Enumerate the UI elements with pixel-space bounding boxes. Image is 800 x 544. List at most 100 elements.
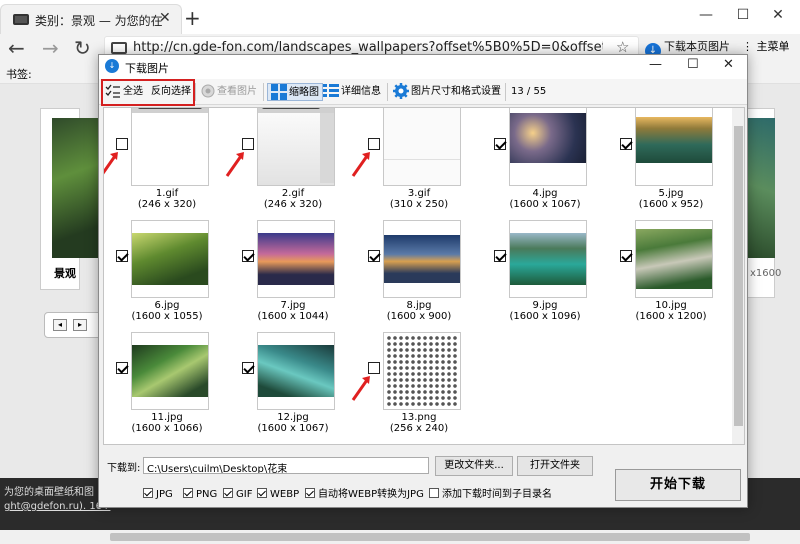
- png-checkbox[interactable]: [183, 488, 193, 498]
- invert-selection-button[interactable]: 反向选择: [151, 83, 191, 101]
- image-item[interactable]: 3.gif (310 x 250): [351, 108, 482, 220]
- option-gif[interactable]: GIF: [223, 488, 252, 501]
- image-item[interactable]: 13.png (256 x 240): [351, 332, 482, 444]
- image-checkbox[interactable]: [116, 362, 128, 374]
- new-tab-button[interactable]: +: [184, 6, 201, 30]
- image-item[interactable]: 2.gif (246 x 320): [225, 108, 356, 220]
- image-thumbnail[interactable]: [131, 332, 209, 410]
- wallpaper-thumbnail[interactable]: [52, 118, 98, 258]
- image-dimensions: (1600 x 1066): [131, 423, 203, 434]
- option-convert-webp[interactable]: 自动将WEBP转换为JPG: [305, 488, 424, 501]
- open-folder-button[interactable]: 打开文件夹: [517, 456, 593, 476]
- image-thumbnail[interactable]: [509, 220, 587, 298]
- image-thumbnail[interactable]: [131, 108, 209, 186]
- pager: ◂ ▸: [44, 312, 104, 338]
- wallpaper-thumbnail-right[interactable]: [747, 118, 775, 258]
- list-icon: [323, 84, 339, 97]
- image-thumbnail[interactable]: [383, 220, 461, 298]
- size-format-settings-button[interactable]: 图片尺寸和格式设置: [393, 83, 501, 101]
- image-filename: 1.gif: [155, 188, 179, 199]
- image-counter: 13 / 55: [511, 86, 547, 97]
- image-thumbnail[interactable]: [635, 108, 713, 186]
- prev-page-icon[interactable]: ◂: [53, 319, 67, 331]
- dialog-maximize-icon[interactable]: ☐: [687, 57, 699, 72]
- image-checkbox[interactable]: [494, 138, 506, 150]
- image-checkbox[interactable]: [620, 138, 632, 150]
- image-thumbnail[interactable]: [509, 108, 587, 186]
- view-image-button[interactable]: 查看图片: [201, 83, 257, 101]
- image-dimensions: (246 x 320): [137, 199, 197, 210]
- image-checkbox[interactable]: [494, 250, 506, 262]
- image-item[interactable]: 12.jpg (1600 x 1067): [230, 332, 356, 444]
- start-download-button[interactable]: 开始下载: [615, 469, 741, 501]
- image-item[interactable]: 10.jpg (1600 x 1200): [608, 220, 734, 332]
- image-thumbnail[interactable]: [257, 332, 335, 410]
- image-item[interactable]: 8.jpg (1600 x 900): [356, 220, 482, 332]
- image-item[interactable]: 4.jpg (1600 x 1067): [482, 108, 608, 220]
- close-tab-icon[interactable]: ✕: [159, 10, 171, 26]
- image-checkbox[interactable]: [242, 250, 254, 262]
- convert-webp-checkbox[interactable]: [305, 488, 315, 498]
- browser-tab[interactable]: 类别：景观 — 为您的在 ✕: [0, 4, 182, 34]
- download-path-field[interactable]: C:\Users\cuilm\Desktop\花束: [143, 457, 429, 474]
- image-thumbnail[interactable]: [131, 220, 209, 298]
- select-all-button[interactable]: 全选: [105, 83, 143, 101]
- monitor-icon: [13, 14, 29, 25]
- image-item[interactable]: 1.gif (246 x 320): [104, 108, 230, 220]
- image-thumbnail[interactable]: [383, 332, 461, 410]
- image-checkbox[interactable]: [242, 362, 254, 374]
- jpg-checkbox[interactable]: [143, 488, 153, 498]
- option-jpg[interactable]: JPG: [143, 488, 173, 501]
- dialog-minimize-icon[interactable]: —: [649, 57, 662, 72]
- forward-icon[interactable]: →: [42, 36, 59, 60]
- minimize-icon[interactable]: —: [690, 4, 722, 26]
- image-checkbox[interactable]: [620, 250, 632, 262]
- image-checkbox[interactable]: [116, 250, 128, 262]
- main-menu-button[interactable]: ⋮ 主菜单: [742, 38, 790, 54]
- back-icon[interactable]: ←: [8, 36, 25, 60]
- image-thumbnail[interactable]: [257, 220, 335, 298]
- scrollbar-thumb[interactable]: [110, 533, 750, 541]
- dialog-title: 下载图片: [125, 62, 169, 75]
- image-item[interactable]: 5.jpg (1600 x 952): [608, 108, 734, 220]
- checklist-icon: [105, 84, 120, 98]
- image-checkbox[interactable]: [368, 250, 380, 262]
- option-webp[interactable]: WEBP: [257, 488, 299, 501]
- browser-titlebar: 类别：景观 — 为您的在 ✕ + — ☐ ✕: [0, 0, 800, 34]
- image-item[interactable]: 7.jpg (1600 x 1044): [230, 220, 356, 332]
- image-item[interactable]: 9.jpg (1600 x 1096): [482, 220, 608, 332]
- size-label: x1600: [750, 268, 782, 279]
- image-filename: 4.jpg: [532, 188, 558, 199]
- image-thumbnail[interactable]: [257, 108, 335, 186]
- dialog-close-icon[interactable]: ✕: [723, 57, 734, 72]
- option-png[interactable]: PNG: [183, 488, 217, 501]
- option-time-subdir[interactable]: 添加下载时间到子目录名: [429, 488, 552, 501]
- gif-checkbox[interactable]: [223, 488, 233, 498]
- maximize-icon[interactable]: ☐: [727, 4, 759, 26]
- site-icon: [111, 42, 127, 54]
- toolbar-separator: [387, 83, 388, 101]
- close-window-icon[interactable]: ✕: [762, 4, 794, 26]
- image-dimensions: (1600 x 1067): [257, 423, 329, 434]
- details-view-button[interactable]: 详细信息: [323, 83, 381, 101]
- time-subdir-checkbox[interactable]: [429, 488, 439, 498]
- download-images-dialog: ↓ 下载图片 — ☐ ✕ 全选 反向选择 查看图片 缩略图 详细信息 图片尺寸和…: [98, 54, 748, 508]
- image-dimensions: (1600 x 952): [638, 199, 704, 210]
- vertical-scrollbar-thumb[interactable]: [734, 126, 743, 426]
- image-item[interactable]: 6.jpg (1600 x 1055): [104, 220, 230, 332]
- red-arrow-icon: [104, 152, 118, 175]
- reload-icon[interactable]: ↻: [74, 36, 91, 60]
- image-thumbnail[interactable]: [383, 108, 461, 186]
- image-filename: 6.jpg: [154, 300, 180, 311]
- toolbar-separator: [505, 83, 506, 101]
- image-filename: 13.png: [401, 412, 437, 423]
- red-arrow-icon: [351, 376, 370, 401]
- image-thumbnail[interactable]: [635, 220, 713, 298]
- grid-icon: [271, 84, 287, 100]
- image-item[interactable]: 11.jpg (1600 x 1066): [104, 332, 230, 444]
- thumbnails-view-button[interactable]: 缩略图: [267, 83, 323, 101]
- change-folder-button[interactable]: 更改文件夹...: [435, 456, 513, 476]
- next-page-icon[interactable]: ▸: [73, 319, 87, 331]
- dialog-toolbar: 全选 反向选择 查看图片 缩略图 详细信息 图片尺寸和格式设置 13 / 55: [99, 79, 747, 106]
- webp-checkbox[interactable]: [257, 488, 267, 498]
